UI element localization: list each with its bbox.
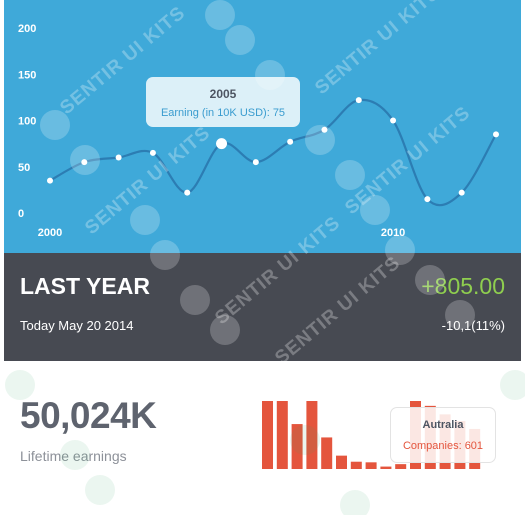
summary-date: Today May 20 2014: [20, 318, 134, 333]
data-point: [115, 154, 122, 161]
bar: [380, 466, 392, 469]
tooltip-year: 2005: [209, 87, 237, 101]
y-tick-label: 0: [18, 208, 24, 220]
y-tick-label: 100: [18, 116, 36, 128]
data-point: [424, 196, 431, 203]
earnings-line-chart: 0 50 100 150 200 2000 2010 2005 Earning (in 10…: [4, 0, 521, 253]
bar: [276, 401, 288, 469]
data-point: [390, 117, 397, 124]
y-tick-label: 50: [18, 162, 30, 174]
line-chart-tooltip: 2005 Earning (in 10K USD): 75: [146, 77, 300, 127]
bar: [321, 437, 333, 469]
lifetime-value: 50,024K: [20, 395, 157, 436]
bar: [262, 401, 273, 469]
bar: [365, 462, 377, 469]
summary-change: -10,1(11%): [441, 318, 505, 333]
y-tick-label: 200: [18, 23, 36, 35]
data-point: [81, 159, 88, 166]
tooltip-value: Earning (in 10K USD): 75: [160, 107, 286, 119]
data-point: [216, 138, 228, 150]
summary-heading: LAST YEAR: [20, 273, 150, 299]
data-point: [149, 149, 156, 156]
x-tick-label: 2010: [381, 227, 405, 239]
bar: [306, 401, 318, 469]
bar: [395, 464, 407, 469]
summary-amount: +805.00: [421, 273, 505, 299]
data-point: [287, 138, 294, 145]
bar: [350, 461, 362, 469]
bar: [291, 424, 303, 469]
data-point: [252, 159, 259, 166]
x-tick-label: 2000: [38, 227, 62, 239]
data-point: [493, 131, 499, 138]
bar-tooltip-country: Autralia: [422, 419, 464, 431]
bar-tooltip-value: Companies: 601: [402, 440, 484, 452]
lifetime-label: Lifetime earnings: [20, 448, 127, 464]
y-tick-label: 150: [18, 69, 36, 81]
earnings-widget: 0 50 100 150 200 2000 2010 2005 Earning (in 10…: [4, 0, 521, 515]
data-point: [458, 189, 465, 196]
summary-band: LAST YEAR +805.00 Today May 20 2014 -10,…: [4, 253, 521, 361]
data-point: [321, 126, 328, 133]
data-point: [355, 97, 362, 104]
data-point: [47, 177, 53, 184]
bar: [336, 455, 347, 469]
bar-chart-tooltip: Autralia Companies: 601: [390, 407, 496, 463]
data-point: [184, 189, 191, 196]
lifetime-panel: 50,024K Lifetime earnings Autralia Compa…: [4, 361, 521, 515]
